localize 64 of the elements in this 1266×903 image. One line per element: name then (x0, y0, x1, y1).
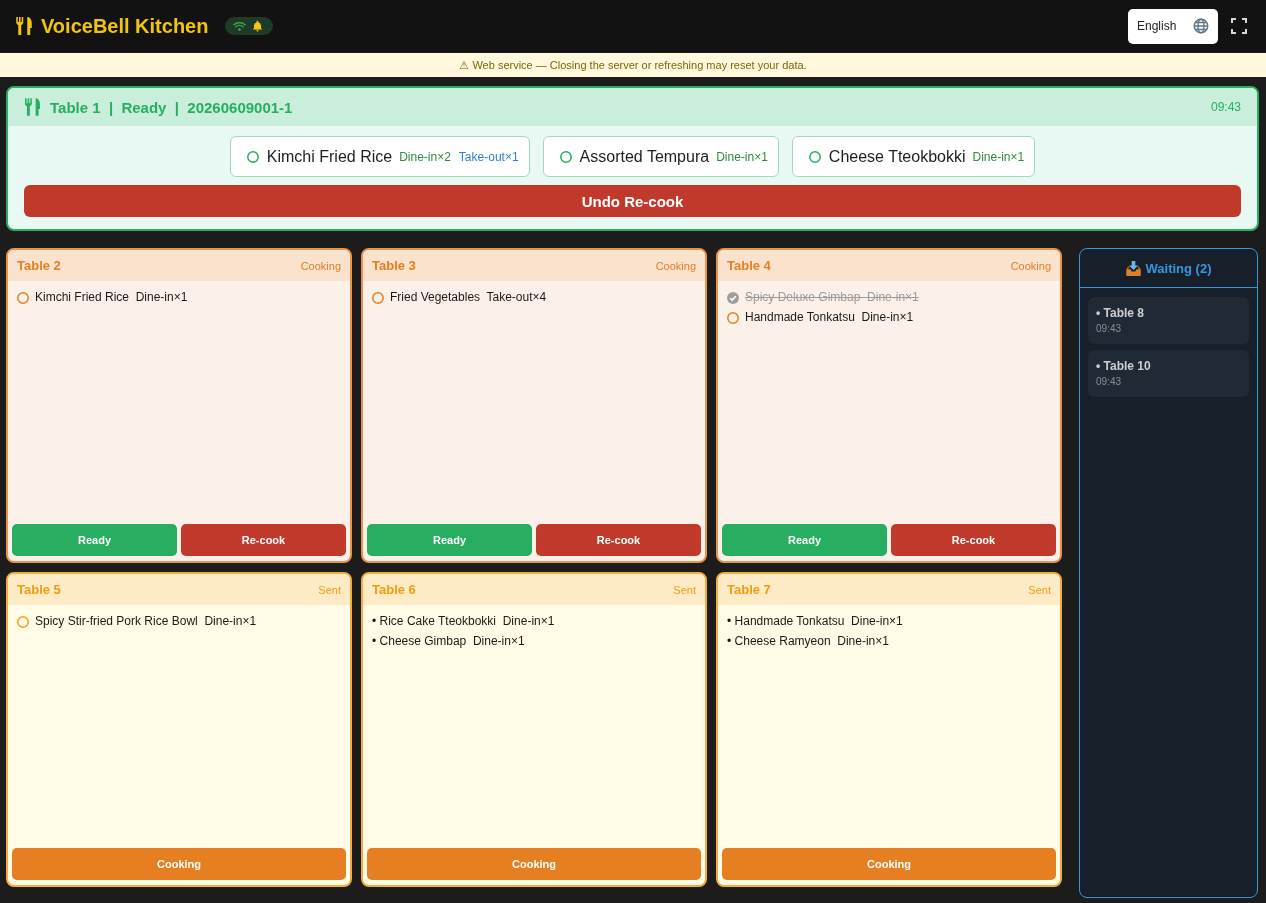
fork-knife-icon (25, 98, 40, 116)
table-name: • Table 8 (1096, 306, 1145, 320)
undo-recook-button[interactable]: Undo Re-cook (24, 185, 1241, 217)
start-cooking-button[interactable]: Cooking (12, 848, 346, 880)
table-name: • Table 10 (1096, 359, 1152, 373)
checkbox[interactable] (727, 311, 739, 324)
order-item: Spicy Deluxe Gimbap Dine-in×1 (745, 290, 919, 305)
waiting-item[interactable]: • Table 8 09:43 (1088, 297, 1249, 344)
order-status: Cooking (300, 259, 341, 272)
order-item: Fried Vegetables Take-out×4 (390, 290, 547, 305)
ready-button[interactable]: Ready (722, 524, 887, 556)
item-name: Kimchi Fried Rice (266, 147, 393, 166)
start-cooking-button[interactable]: Cooking (367, 848, 701, 880)
order-title: Table 1 | Ready | 20260609001-1 (50, 98, 293, 116)
table-name: Table 5 (17, 582, 61, 597)
waiting-item[interactable]: • Table 10 09:43 (1088, 350, 1249, 397)
checkbox[interactable] (372, 291, 384, 304)
checkbox[interactable] (559, 150, 572, 163)
order-time: 09:43 (1096, 323, 1123, 334)
ready-button[interactable]: Ready (367, 524, 532, 556)
quantity-label: Dine-in×1 (716, 149, 768, 164)
quantity-label: Dine-in×2 (399, 149, 451, 164)
order-item: Handmade Tonkatsu Dine-in×1 (745, 310, 914, 325)
app-title: VoiceBell Kitchen (41, 14, 209, 38)
recook-button[interactable]: Re-cook (181, 524, 346, 556)
item-name: Cheese Tteokbokki (828, 147, 966, 166)
table-name: Table 6 (372, 582, 416, 597)
warning-banner: ⚠ Web service — Closing the server or refreshing may reset your data. (0, 53, 1266, 77)
fork-knife-icon (16, 17, 32, 35)
order-item: Kimchi Fried Rice Dine-in×1 (35, 290, 188, 305)
order-item: Spicy Stir-fried Pork Rice Bowl Dine-in×1 (35, 614, 257, 629)
order-item: • Cheese Gimbap Dine-in×1 (372, 634, 525, 649)
order-item: • Cheese Ramyeon Dine-in×1 (727, 634, 889, 649)
table-name: Table 4 (727, 258, 771, 273)
inbox-tray-icon (1125, 260, 1141, 276)
quantity-label: Dine-in×1 (972, 149, 1025, 164)
recook-button[interactable]: Re-cook (536, 524, 701, 556)
order-item: • Handmade Tonkatsu Dine-in×1 (727, 614, 903, 629)
table-name: Table 7 (727, 582, 771, 597)
order-item: • Rice Cake Tteokbokki Dine-in×1 (372, 614, 555, 629)
checkbox[interactable] (17, 615, 29, 628)
order-status: Sent (1028, 583, 1051, 596)
fullscreen-icon[interactable] (1231, 18, 1247, 34)
order-status: Sent (318, 583, 341, 596)
quantity-label: Take-out×1 (458, 149, 519, 164)
bell-icon (252, 20, 264, 32)
panel-title: Waiting (2) (1145, 260, 1212, 276)
order-time: 09:43 (1096, 376, 1123, 387)
checked-checkbox[interactable] (727, 291, 739, 304)
order-time: 09:43 (1210, 100, 1241, 114)
item-name: Assorted Tempura (579, 147, 710, 166)
start-cooking-button[interactable]: Cooking (722, 848, 1056, 880)
checkbox[interactable] (17, 291, 29, 304)
checkbox[interactable] (246, 150, 259, 163)
order-status: Cooking (1010, 259, 1051, 272)
table-name: Table 2 (17, 258, 61, 273)
recook-button[interactable]: Re-cook (891, 524, 1056, 556)
globe-icon (1193, 18, 1209, 34)
checkbox[interactable] (808, 150, 821, 163)
order-status: Cooking (655, 259, 696, 272)
language-select[interactable]: English (1128, 8, 1218, 44)
order-status: Sent (673, 583, 696, 596)
ready-button[interactable]: Ready (12, 524, 177, 556)
table-name: Table 3 (372, 258, 416, 273)
